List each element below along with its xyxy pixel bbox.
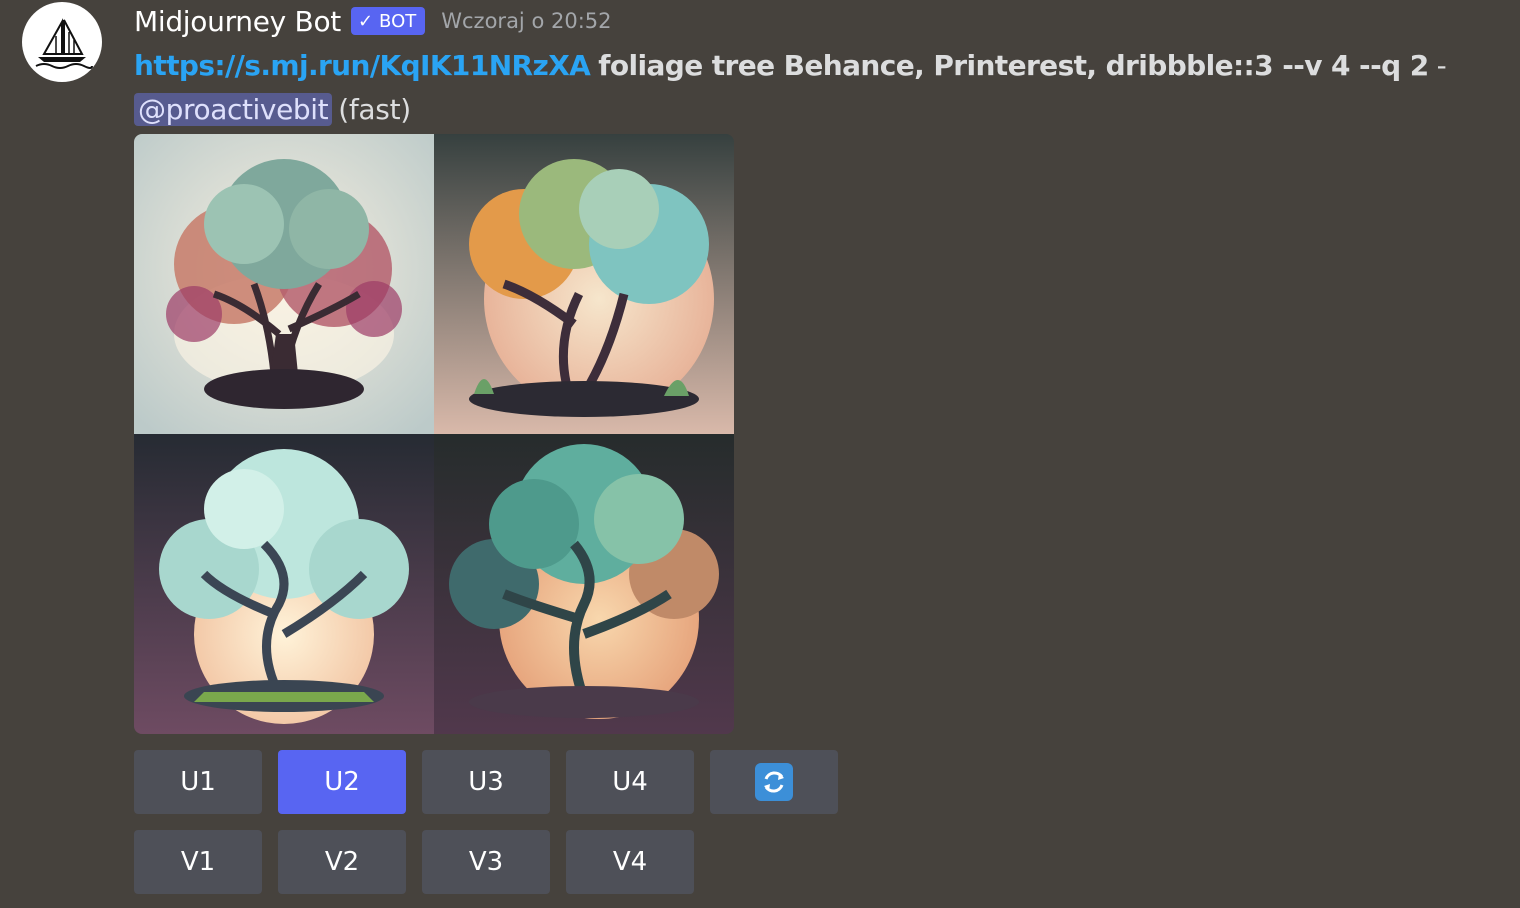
bot-badge: ✓ BOT — [350, 7, 426, 35]
u1-button[interactable]: U1 — [134, 750, 262, 814]
tree-image-1[interactable] — [134, 134, 434, 434]
v2-button[interactable]: V2 — [278, 830, 406, 894]
speed-label: (fast) — [338, 92, 411, 126]
message-content: https://s.mj.run/KqIK11NRzXA foliage tre… — [134, 44, 1447, 86]
u3-button[interactable]: U3 — [422, 750, 550, 814]
u4-button[interactable]: U4 — [566, 750, 694, 814]
reroll-button[interactable] — [710, 750, 838, 814]
tree-image-2[interactable] — [434, 134, 734, 434]
message-content-line2: @proactivebit (fast) — [134, 88, 411, 130]
u2-button[interactable]: U2 — [278, 750, 406, 814]
upscale-buttons: U1 U2 U3 U4 — [134, 750, 838, 814]
tree-image-3[interactable] — [134, 434, 434, 734]
refresh-icon — [755, 763, 793, 801]
user-mention[interactable]: @proactivebit — [134, 92, 333, 126]
prompt-link[interactable]: https://s.mj.run/KqIK11NRzXA — [134, 49, 591, 82]
v3-button[interactable]: V3 — [422, 830, 550, 894]
separator-dash: - — [1436, 48, 1447, 82]
check-icon: ✓ — [357, 10, 374, 32]
tree-image-4[interactable] — [434, 434, 734, 734]
author-avatar[interactable] — [22, 2, 102, 82]
v1-button[interactable]: V1 — [134, 830, 262, 894]
image-grid[interactable] — [134, 134, 734, 734]
v4-button[interactable]: V4 — [566, 830, 694, 894]
message-timestamp[interactable]: Wczoraj o 20:52 — [441, 9, 611, 33]
sailboat-icon — [35, 18, 93, 69]
author-name[interactable]: Midjourney Bot — [134, 5, 341, 38]
variation-buttons: V1 V2 V3 V4 — [134, 830, 694, 894]
bot-badge-label: BOT — [379, 10, 417, 32]
message-header: Midjourney Bot ✓ BOT Wczoraj o 20:52 — [134, 2, 612, 40]
prompt-text: foliage tree Behance, Printerest, dribbb… — [598, 48, 1429, 82]
